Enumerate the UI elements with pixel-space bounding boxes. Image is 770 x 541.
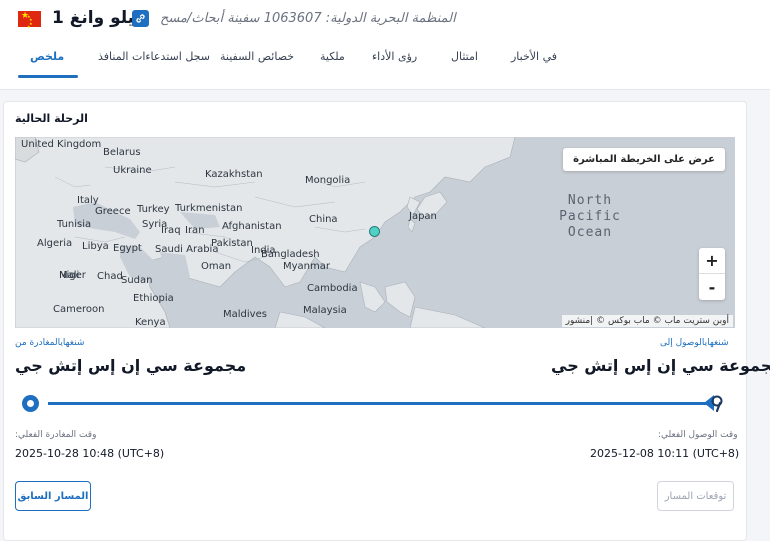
departure-label[interactable]: شنغهايالمغادرة من	[15, 338, 84, 348]
port-marker[interactable]	[369, 226, 380, 237]
departure-port-name: مجموعة سي إن إس إتش جي	[15, 356, 247, 375]
card-title: الرحلة الحالية	[15, 112, 88, 125]
tab-summary[interactable]: ملخص	[30, 50, 64, 63]
map-label: United Kingdom	[21, 139, 102, 150]
arrival-label[interactable]: شنغهايالوصول إلى	[660, 338, 729, 348]
zoom-controls: + -	[699, 248, 725, 300]
map-label: Oman	[201, 261, 232, 272]
current-voyage-card: الرحلة الحالية United Kingdom Belarus Uk…	[3, 101, 770, 541]
route-predictions-button[interactable]: توقعات المسار	[657, 481, 734, 511]
map-label: Ethiopia	[133, 293, 174, 304]
tab-compliance[interactable]: امتثال	[451, 50, 478, 63]
departure-time: 2025-10-28 10:48 (UTC+8)	[15, 447, 165, 460]
map-label: Malaysia	[303, 305, 347, 316]
map-label: Cambodia	[307, 283, 358, 294]
view-live-map-button[interactable]: عرض على الخريطة المباشرة	[563, 148, 725, 171]
tab-news[interactable]: في الأخبار	[511, 50, 557, 63]
map-label: Afghanistan	[222, 221, 282, 232]
ship-name: ليلو وانغ 1	[52, 8, 141, 28]
map-label: Bangladesh	[261, 249, 320, 260]
link-icon[interactable]	[132, 10, 149, 27]
departure-time-label: وقت المغادرة الفعلي:	[15, 430, 97, 440]
ocean-label: North Pacific Ocean	[559, 193, 621, 240]
map-label: Iran	[185, 225, 205, 236]
map-label: Greece	[95, 206, 131, 217]
arrival-time: 2025-12-08 10:11 (UTC+8)	[590, 447, 740, 460]
map-label: Belarus	[103, 147, 141, 158]
map-label: Maldives	[223, 309, 267, 320]
tab-ownership[interactable]: ملكية	[320, 50, 345, 63]
tab-vessel-particulars[interactable]: خصائص السفينة	[220, 50, 294, 63]
vessel-header: ★ ★ ★ ★ ★ ليلو وانغ 1 المنظمة البحرية ال…	[0, 0, 770, 90]
map-attribution[interactable]: أوبن ستريت ماب © ماب بوكس © |منشور	[561, 315, 733, 327]
arrival-pin-icon	[704, 393, 724, 417]
map-label: China	[309, 214, 338, 225]
map-label: Iraq	[161, 225, 181, 236]
map-label: Italy	[77, 195, 99, 206]
zoom-out-button[interactable]: -	[699, 274, 725, 300]
map-label: Egypt	[113, 243, 142, 254]
china-flag-icon: ★ ★ ★ ★ ★	[18, 11, 41, 29]
map-label: Sudan	[121, 275, 153, 286]
map-label: Niger	[59, 270, 86, 281]
departure-point-icon	[22, 395, 39, 412]
route-progress-line	[48, 402, 708, 405]
tab-port-calls[interactable]: سجل استدعاءات المنافذ	[98, 50, 210, 63]
map-label: Japan	[409, 211, 437, 222]
voyage-map[interactable]: United Kingdom Belarus Ukraine Kazakhsta…	[15, 137, 735, 328]
arrival-time-label: وقت الوصول الفعلي:	[658, 430, 738, 440]
map-label: Mongolia	[305, 175, 351, 186]
zoom-in-button[interactable]: +	[699, 248, 725, 274]
map-label: Turkey	[137, 204, 170, 215]
map-label: Chad	[97, 271, 123, 282]
map-label: Libya	[82, 241, 109, 252]
map-label: Kazakhstan	[205, 169, 263, 180]
active-tab-indicator	[18, 75, 78, 78]
tab-bar: ملخص سجل استدعاءات المنافذ خصائص السفينة…	[0, 42, 770, 86]
tab-performance[interactable]: رؤى الأداء	[372, 50, 417, 63]
map-label: Saudi Arabia	[155, 244, 219, 255]
map-label: Ukraine	[113, 165, 152, 176]
map-label: Cameroon	[53, 304, 105, 315]
map-label: Kenya	[135, 317, 166, 328]
map-label: Turkmenistan	[175, 203, 243, 214]
map-label: Algeria	[37, 238, 73, 249]
map-label: Myanmar	[283, 261, 330, 272]
map-label: Tunisia	[57, 219, 92, 230]
arrival-port-name: مجموعة سي إن إس إتش جي	[551, 356, 770, 375]
vessel-meta: المنظمة البحرية الدولية: 1063607 سفينة أ…	[160, 11, 456, 26]
previous-route-button[interactable]: المسار السابق	[15, 481, 91, 511]
